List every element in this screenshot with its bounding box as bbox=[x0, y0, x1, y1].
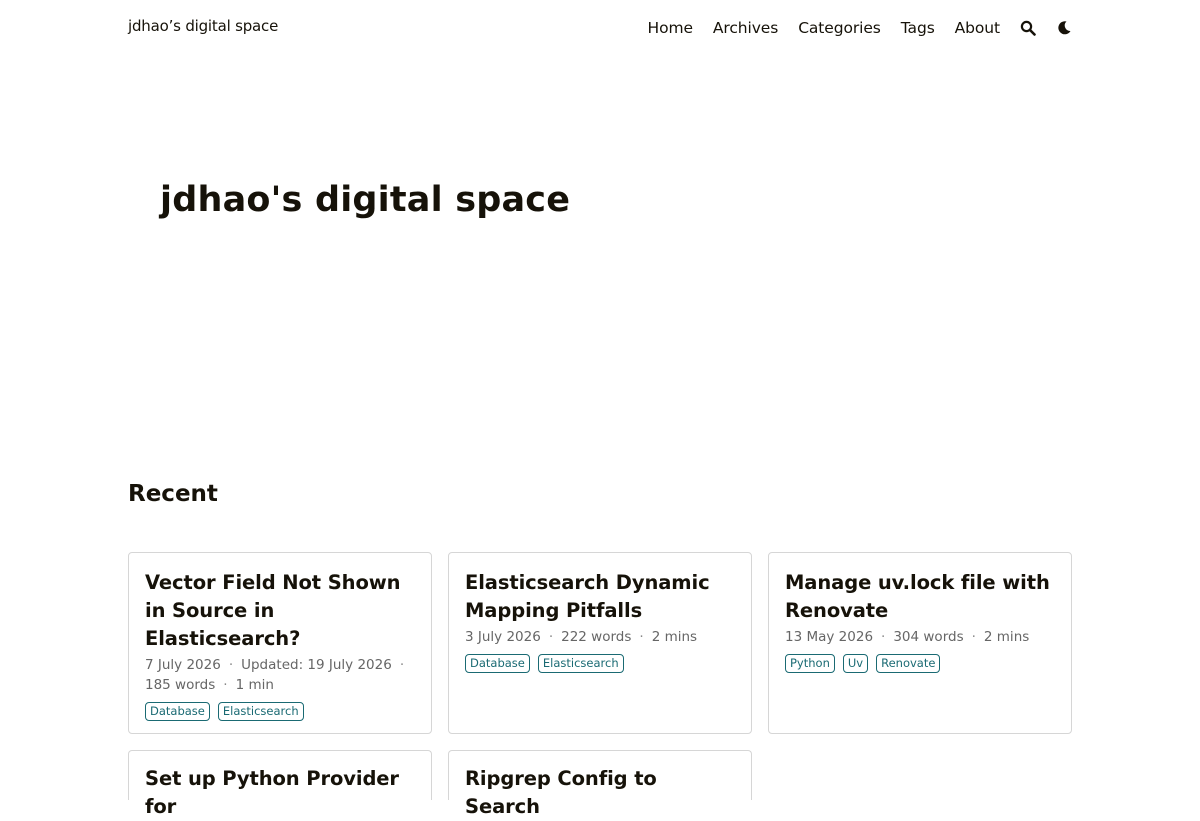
meta-separator: · bbox=[223, 677, 228, 693]
tag-database[interactable]: Database bbox=[465, 654, 530, 673]
meta-separator: · bbox=[548, 629, 554, 645]
nav-home[interactable]: Home bbox=[648, 19, 693, 37]
nav-tags[interactable]: Tags bbox=[901, 19, 935, 37]
meta-separator: · bbox=[228, 657, 234, 673]
search-icon[interactable] bbox=[1020, 20, 1036, 36]
meta-separator: · bbox=[639, 629, 644, 645]
post-title-link[interactable]: Ripgrep Config to Search bbox=[465, 767, 657, 818]
page-title: jdhao's digital space bbox=[160, 180, 571, 220]
post-meta: 7 July 2026 · Updated: 19 July 2026 · 185 wo… bbox=[145, 655, 415, 695]
tag-elasticsearch[interactable]: Elasticsearch bbox=[537, 654, 624, 673]
post-date: 3 July 2026 bbox=[465, 629, 541, 645]
site-title-link[interactable]: jdhao’s digital space bbox=[128, 17, 278, 35]
nav-categories[interactable]: Categories bbox=[798, 19, 881, 37]
tag-database[interactable]: Database bbox=[145, 702, 210, 721]
post-title-link[interactable]: Manage uv.lock file with Renovate bbox=[785, 571, 1050, 622]
post-read-time: 2 mins bbox=[651, 629, 698, 645]
post-card: Manage uv.lock file with Renovate 13 May… bbox=[768, 552, 1072, 734]
post-word-count: 222 words bbox=[561, 629, 632, 645]
post-tags: Database Elasticsearch bbox=[465, 654, 735, 677]
main-nav: Home Archives Categories Tags About bbox=[648, 16, 1072, 40]
nav-about[interactable]: About bbox=[955, 19, 1000, 37]
tag-python[interactable]: Python bbox=[785, 654, 835, 673]
post-date: 7 July 2026 bbox=[145, 657, 221, 673]
post-tags: Database Elasticsearch bbox=[145, 702, 415, 725]
recent-heading: Recent bbox=[128, 481, 218, 507]
meta-separator: · bbox=[399, 657, 405, 673]
nav-archives[interactable]: Archives bbox=[713, 19, 778, 37]
tag-renovate[interactable]: Renovate bbox=[876, 654, 941, 673]
post-updated: Updated: 19 July 2026 bbox=[241, 657, 392, 673]
post-card: Vector Field Not Shown in Source in Elas… bbox=[128, 552, 432, 734]
post-date: 13 May 2026 bbox=[785, 629, 874, 645]
theme-toggle-icon[interactable] bbox=[1056, 20, 1072, 36]
tag-elasticsearch[interactable]: Elasticsearch bbox=[217, 702, 304, 721]
meta-separator: · bbox=[881, 629, 886, 645]
post-card: Ripgrep Config to Search bbox=[448, 750, 752, 818]
tag-uv[interactable]: Uv bbox=[842, 654, 869, 673]
post-card: Set up Python Provider for bbox=[128, 750, 432, 818]
post-title-link[interactable]: Vector Field Not Shown in Source in Elas… bbox=[145, 571, 401, 650]
post-read-time: 1 min bbox=[235, 677, 274, 693]
post-read-time: 2 mins bbox=[983, 629, 1030, 645]
post-tags: Python Uv Renovate bbox=[785, 654, 1055, 677]
post-card: Elasticsearch Dynamic Mapping Pitfalls 3… bbox=[448, 552, 752, 734]
post-word-count: 185 words bbox=[145, 677, 216, 693]
post-meta: 13 May 2026 · 304 words · 2 mins bbox=[785, 627, 1055, 647]
site-header: jdhao’s digital space Home Archives Cate… bbox=[0, 0, 1200, 56]
post-word-count: 304 words bbox=[893, 629, 964, 645]
post-title-link[interactable]: Elasticsearch Dynamic Mapping Pitfalls bbox=[465, 571, 710, 622]
meta-separator: · bbox=[971, 629, 976, 645]
post-title-link[interactable]: Set up Python Provider for bbox=[145, 767, 399, 818]
post-meta: 3 July 2026 · 222 words · 2 mins bbox=[465, 627, 735, 647]
